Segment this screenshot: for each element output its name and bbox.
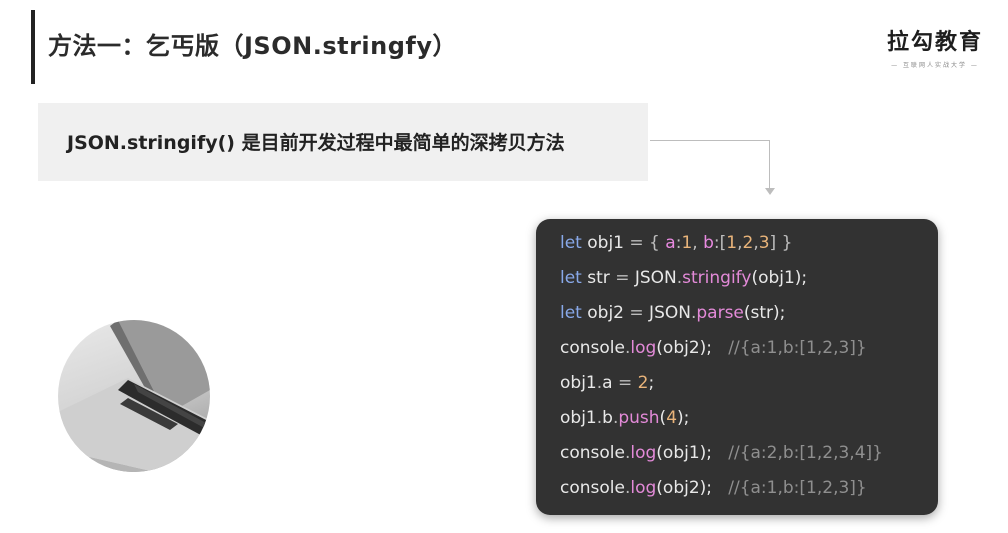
- code-token: 2: [637, 373, 649, 393]
- code-line-7: console.log(obj1); //{a:2,b:[1,2,3,4]}: [560, 441, 938, 476]
- code-token: log: [630, 443, 657, 463]
- code-token: (obj1);: [751, 268, 808, 288]
- code-comment: //{a:2,b:[1,2,3,4]}: [712, 443, 883, 463]
- code-token: obj1: [560, 373, 597, 393]
- code-token: b: [602, 408, 613, 428]
- code-token: JSON: [643, 303, 691, 323]
- code-token: {: [643, 233, 666, 253]
- code-token: a: [665, 233, 676, 253]
- code-token: (obj2);: [656, 478, 713, 498]
- code-token: b: [703, 233, 714, 253]
- code-token: str: [581, 268, 616, 288]
- code-token: let: [560, 233, 582, 253]
- logo-subtitle: — 互联网人实战大学 —: [891, 62, 979, 69]
- brand-logo: 拉勾教育 — 互联网人实战大学 —: [884, 30, 986, 69]
- code-token: a: [602, 373, 613, 393]
- highlight-banner: JSON.stringify() 是目前开发过程中最简单的深拷贝方法: [38, 103, 648, 181]
- code-token: let: [560, 268, 582, 288]
- code-line-3: let obj2 = JSON.parse(str);: [560, 301, 938, 336]
- code-token: =: [615, 268, 630, 288]
- code-token: (str);: [743, 303, 786, 323]
- connector-line: [650, 140, 770, 190]
- code-comment: //{a:1,b:[1,2,3]}: [712, 478, 867, 498]
- title-accent-bar: [31, 10, 35, 84]
- code-token: =: [629, 233, 644, 253]
- laptop-image-icon: [58, 320, 210, 472]
- code-token: 4: [666, 408, 678, 428]
- code-token: console: [560, 338, 625, 358]
- code-line-4: console.log(obj2); //{a:1,b:[1,2,3]}: [560, 336, 938, 371]
- code-token: stringify: [682, 268, 752, 288]
- code-token: 3: [758, 233, 770, 253]
- code-token: push: [618, 408, 660, 428]
- code-token: parse: [696, 303, 744, 323]
- code-line-6: obj1.b.push(4);: [560, 406, 938, 441]
- code-token: (obj2);: [656, 338, 713, 358]
- code-token: ,: [692, 233, 704, 253]
- code-token: ;: [648, 373, 655, 393]
- code-block: let obj1 = { a:1, b:[1,2,3] } let str = …: [536, 219, 938, 515]
- code-line-8: console.log(obj2); //{a:1,b:[1,2,3]}: [560, 476, 938, 511]
- code-token: log: [630, 478, 657, 498]
- arrow-down-icon: [765, 188, 775, 195]
- code-token: 1: [726, 233, 738, 253]
- code-token: (obj1);: [656, 443, 713, 463]
- logo-main-text: 拉勾教育: [886, 30, 983, 55]
- code-line-2: let str = JSON.stringify(obj1);: [560, 266, 938, 301]
- code-token: 1: [681, 233, 693, 253]
- code-token: =: [612, 373, 638, 393]
- code-comment: //{a:1,b:[1,2,3]}: [712, 338, 867, 358]
- code-token: log: [630, 338, 657, 358]
- code-line-1: let obj1 = { a:1, b:[1,2,3] }: [560, 231, 938, 266]
- code-token: JSON: [629, 268, 677, 288]
- code-token: obj1: [560, 408, 597, 428]
- code-token: console: [560, 443, 625, 463]
- page-title: 方法一：乞丐版（JSON.stringfy）: [48, 32, 457, 60]
- code-token: obj2: [581, 303, 630, 323]
- banner-text: JSON.stringify() 是目前开发过程中最简单的深拷贝方法: [67, 132, 565, 154]
- code-token: );: [677, 408, 690, 428]
- code-token: let: [560, 303, 582, 323]
- code-token: }: [776, 233, 793, 253]
- laptop-photo: [58, 320, 210, 472]
- code-line-5: obj1.a = 2;: [560, 371, 938, 406]
- code-token: 2: [742, 233, 754, 253]
- code-token: =: [629, 303, 644, 323]
- code-token: console: [560, 478, 625, 498]
- code-token: obj1: [581, 233, 630, 253]
